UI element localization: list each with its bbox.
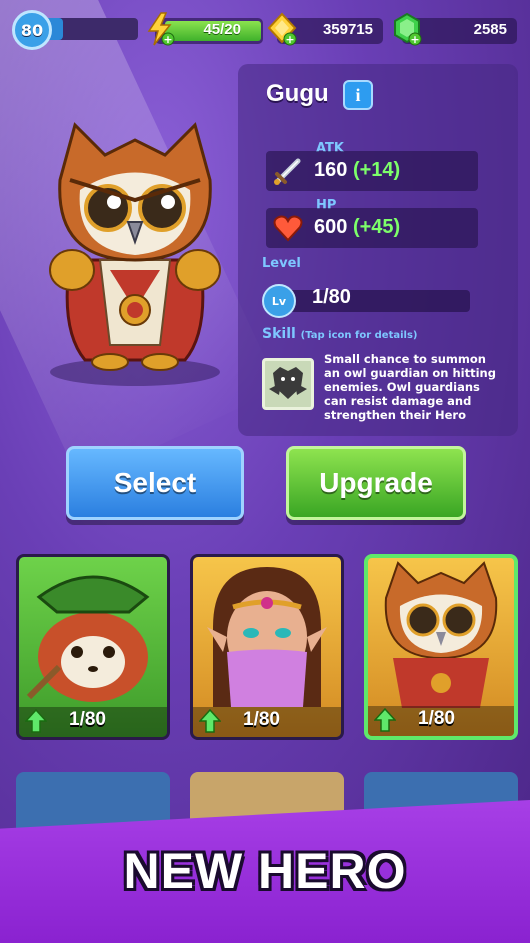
- energy-value: 45/20: [203, 21, 241, 38]
- red-panda-hero-portrait: [26, 575, 150, 702]
- skill-owl-icon[interactable]: [262, 358, 314, 410]
- select-button[interactable]: Select: [66, 446, 244, 520]
- card-level: 1/80: [69, 709, 106, 730]
- banner-title: NEW HERO: [123, 843, 407, 899]
- hp-bonus: (+45): [352, 216, 401, 238]
- player-level-badge[interactable]: 80: [12, 10, 52, 50]
- atk-value: 160: [314, 159, 348, 181]
- level-bar: [266, 290, 470, 312]
- skill-label: Skill (Tap icon for details): [262, 326, 417, 342]
- card-level: 1/80: [418, 708, 455, 729]
- gem-icon: +: [394, 12, 422, 46]
- gem-counter[interactable]: + 2585: [394, 12, 517, 46]
- gold-icon: +: [267, 12, 297, 46]
- owl-hero-portrait: [49, 122, 221, 386]
- card-level: 1/80: [243, 709, 280, 730]
- gold-counter[interactable]: + 359715: [267, 12, 383, 46]
- level-value: 1/80: [312, 286, 351, 308]
- hp-value: 600: [314, 216, 348, 238]
- upgrade-arrow-icon: [199, 709, 221, 733]
- hero-name: Gugu: [266, 80, 329, 107]
- atk-value-wrap: 160 (+14): [314, 159, 400, 182]
- elf-assassin-hero-portrait: [207, 567, 327, 707]
- hero-card-owl[interactable]: 1/80: [364, 554, 518, 740]
- heart-icon: [273, 215, 303, 242]
- upgrade-arrow-icon: [25, 709, 47, 733]
- upgrade-button[interactable]: Upgrade: [286, 446, 466, 520]
- owl-guardian-icon: [269, 367, 307, 399]
- hero-card-red-panda[interactable]: 1/80: [16, 554, 170, 740]
- lightning-icon: +: [147, 12, 175, 46]
- atk-stat: 160 (+14): [266, 151, 478, 191]
- skill-title: Skill: [262, 326, 296, 342]
- energy-counter[interactable]: + 45/20: [147, 12, 263, 46]
- skill-hint: (Tap icon for details): [300, 330, 418, 341]
- top-bar: 80 + 45/20 + 359715 + 2585: [0, 8, 530, 50]
- lv-icon: Lv: [262, 284, 296, 318]
- info-button[interactable]: i: [343, 80, 373, 110]
- svg-text:+: +: [285, 33, 294, 46]
- owl-hero-card-portrait: [384, 561, 498, 708]
- skill-description: Small chance to summon an owl guardian o…: [324, 352, 496, 422]
- hp-value-wrap: 600 (+45): [314, 216, 400, 239]
- hero-card-elf-assassin[interactable]: 1/80: [190, 554, 344, 740]
- svg-text:+: +: [410, 33, 419, 46]
- upgrade-arrow-icon: [374, 708, 396, 732]
- level-label: Level: [262, 256, 301, 271]
- gem-value: 2585: [473, 21, 507, 38]
- gold-value: 359715: [322, 21, 373, 38]
- atk-bonus: (+14): [352, 159, 401, 181]
- svg-text:+: +: [163, 33, 172, 46]
- xp-bar: [38, 18, 138, 40]
- sword-icon: [274, 158, 301, 185]
- hp-stat: 600 (+45): [266, 208, 478, 248]
